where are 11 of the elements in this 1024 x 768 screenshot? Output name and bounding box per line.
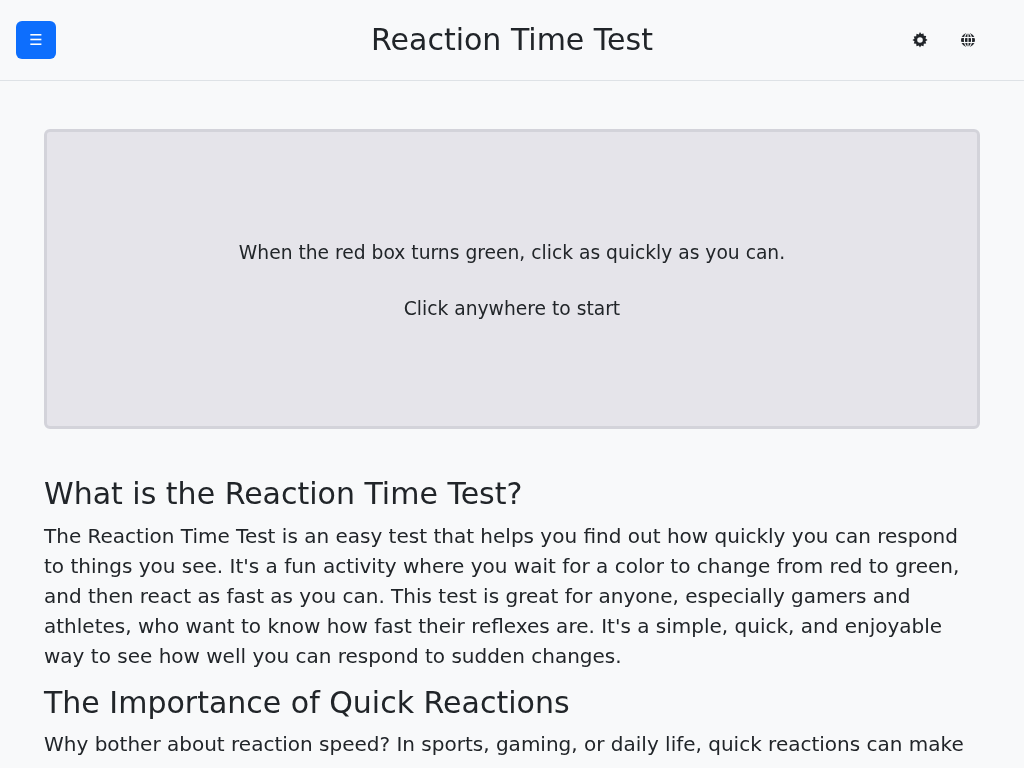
menu-button[interactable]: ☰ bbox=[16, 21, 56, 59]
paragraph: The Reaction Time Test is an easy test that helps you find out how quickly you can respond to things you see. It's a fun activity where you wait for a color to change from red to green, and then react as fast as you can. This test is great for anyone, especially gamers and athletes, who want to know how fast their reflexes are. It's a simple, quick, and enjoyable way to see how well you can respond to sudden changes. bbox=[44, 523, 961, 670]
test-area[interactable]: When the red box turns green, click as quickly as you can. Click anywhere to start bbox=[44, 129, 980, 429]
start-prompt: Click anywhere to start bbox=[403, 297, 621, 321]
globe-icon[interactable] bbox=[960, 32, 976, 48]
section-heading: The Importance of Quick Reactions bbox=[44, 684, 571, 722]
paragraph: Why bother about reaction speed? In sports, gaming, or daily life, quick reactions can make bbox=[44, 731, 965, 758]
page-title: Reaction Time Test bbox=[371, 21, 653, 59]
section-heading: What is the Reaction Time Test? bbox=[44, 475, 524, 513]
instruction-text: When the red box turns green, click as quickly as you can. bbox=[238, 241, 786, 265]
settings-icon[interactable] bbox=[912, 32, 928, 48]
